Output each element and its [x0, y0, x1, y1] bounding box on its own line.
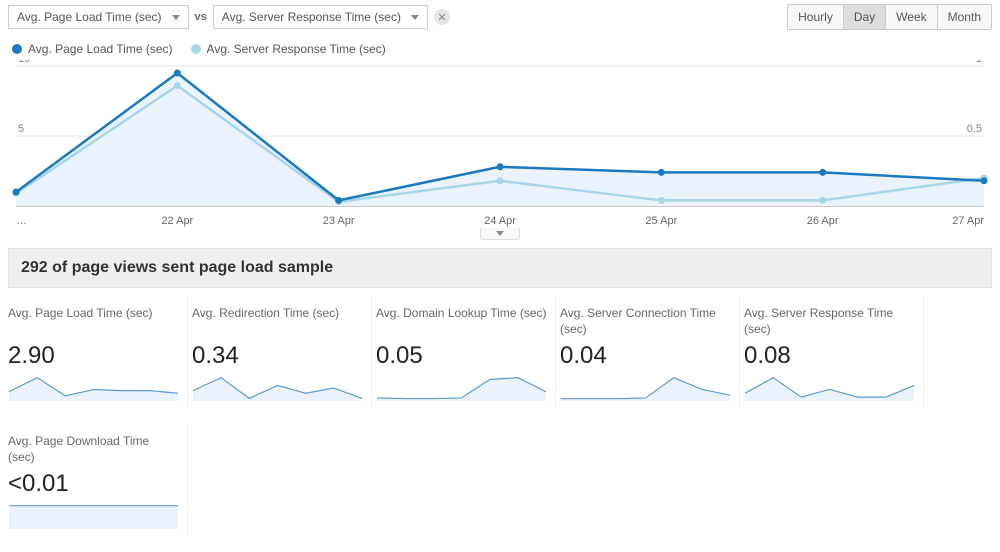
legend-primary-label: Avg. Page Load Time (sec) — [28, 42, 173, 56]
metric-card[interactable]: Avg. Server Response Time (sec) 0.08 — [740, 296, 924, 408]
svg-text:10: 10 — [18, 60, 30, 65]
metric-title: Avg. Redirection Time (sec) — [192, 306, 363, 338]
legend-item-secondary: Avg. Server Response Time (sec) — [191, 42, 386, 56]
legend-dot-icon — [12, 44, 22, 54]
sparkline — [8, 372, 179, 402]
secondary-metric-selector[interactable]: Avg. Server Response Time (sec) — [213, 5, 428, 29]
metric-card[interactable]: Avg. Domain Lookup Time (sec) 0.05 — [372, 296, 556, 408]
svg-text:…: … — [16, 215, 27, 227]
svg-text:22 Apr: 22 Apr — [161, 215, 193, 227]
metric-title: Avg. Page Download Time (sec) — [8, 434, 179, 466]
granularity-month[interactable]: Month — [937, 5, 991, 29]
metrics-grid: Avg. Page Load Time (sec) 2.90 Avg. Redi… — [0, 296, 1000, 552]
close-icon: ✕ — [437, 11, 446, 24]
secondary-metric-label: Avg. Server Response Time (sec) — [222, 10, 401, 24]
sparkline — [744, 372, 915, 402]
svg-text:1: 1 — [976, 60, 982, 65]
summary-bar: 292 of page views sent page load sample — [8, 248, 992, 288]
sparkline — [192, 372, 363, 402]
metric-value: <0.01 — [8, 470, 179, 498]
svg-text:23 Apr: 23 Apr — [323, 215, 355, 227]
metric-card[interactable]: Avg. Page Load Time (sec) 2.90 — [4, 296, 188, 408]
svg-text:26 Apr: 26 Apr — [807, 215, 839, 227]
legend-item-primary: Avg. Page Load Time (sec) — [12, 42, 173, 56]
chart-legend: Avg. Page Load Time (sec) Avg. Server Re… — [0, 34, 1000, 60]
svg-text:24 Apr: 24 Apr — [484, 215, 516, 227]
metric-title: Avg. Page Load Time (sec) — [8, 306, 179, 338]
caret-down-icon — [411, 15, 419, 20]
main-chart[interactable]: 5 0.5 10 1 … 22 Apr 23 Apr 24 Apr 25 Apr 26 Apr 27… — [0, 60, 1000, 230]
metric-card[interactable]: Avg. Page Download Time (sec) <0.01 — [4, 424, 188, 536]
granularity-week[interactable]: Week — [885, 5, 936, 29]
metric-title: Avg. Server Response Time (sec) — [744, 306, 915, 338]
sparkline — [376, 372, 547, 402]
sparkline — [8, 500, 179, 530]
metric-card[interactable]: Avg. Server Connection Time (sec) 0.04 — [556, 296, 740, 408]
vs-label: vs — [195, 11, 207, 23]
chevron-down-icon — [496, 231, 504, 236]
primary-metric-label: Avg. Page Load Time (sec) — [17, 10, 162, 24]
metric-card[interactable]: Avg. Redirection Time (sec) 0.34 — [188, 296, 372, 408]
metric-value: 0.08 — [744, 342, 915, 370]
sparkline — [560, 372, 731, 402]
granularity-day[interactable]: Day — [843, 5, 885, 29]
granularity-hourly[interactable]: Hourly — [788, 5, 843, 29]
clear-secondary-metric-button[interactable]: ✕ — [434, 9, 450, 25]
svg-text:27 Apr: 27 Apr — [952, 215, 984, 227]
caret-down-icon — [172, 15, 180, 20]
svg-text:5: 5 — [18, 123, 24, 135]
primary-metric-selector[interactable]: Avg. Page Load Time (sec) — [8, 5, 189, 29]
legend-secondary-label: Avg. Server Response Time (sec) — [207, 42, 386, 56]
metric-title: Avg. Domain Lookup Time (sec) — [376, 306, 547, 338]
metric-value: 0.05 — [376, 342, 547, 370]
metric-value: 0.34 — [192, 342, 363, 370]
svg-text:25 Apr: 25 Apr — [645, 215, 677, 227]
svg-text:0.5: 0.5 — [967, 123, 982, 135]
metric-value: 0.04 — [560, 342, 731, 370]
metric-value: 2.90 — [8, 342, 179, 370]
legend-dot-icon — [191, 44, 201, 54]
metric-title: Avg. Server Connection Time (sec) — [560, 306, 731, 338]
time-granularity-selector: Hourly Day Week Month — [787, 4, 992, 30]
